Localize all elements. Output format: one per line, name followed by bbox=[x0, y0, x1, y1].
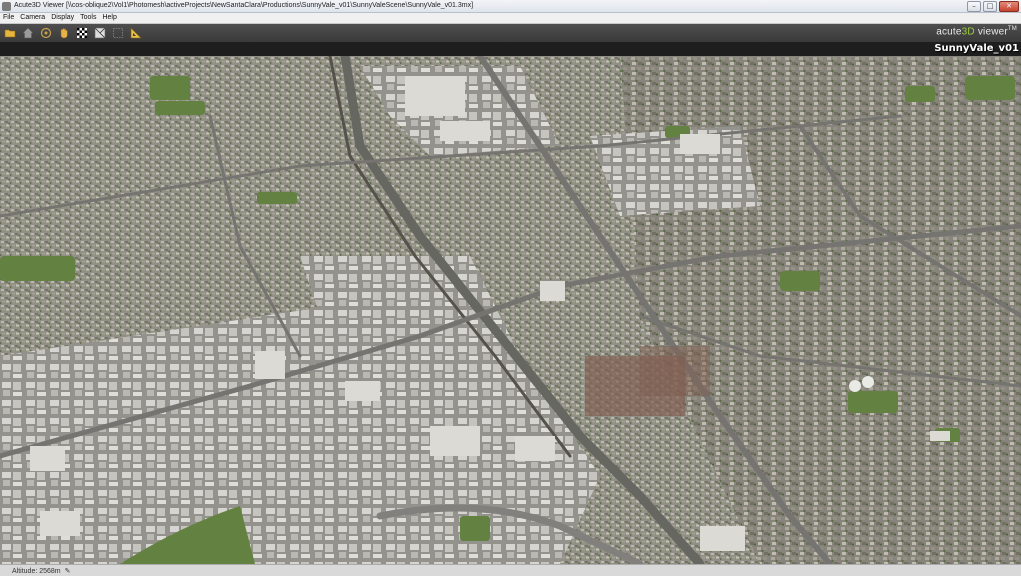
checkerboard-icon bbox=[76, 28, 87, 38]
orbit-icon bbox=[40, 27, 51, 39]
minimize-button[interactable]: – bbox=[967, 0, 981, 12]
maximize-button[interactable]: □ bbox=[983, 0, 997, 12]
home-view-button[interactable] bbox=[21, 27, 34, 40]
wireframe-button[interactable] bbox=[93, 27, 106, 40]
open-folder-button[interactable] bbox=[3, 27, 16, 40]
scene-name-label: SunnyVale_v01 bbox=[934, 43, 1019, 54]
selection-button[interactable] bbox=[111, 27, 124, 40]
3d-viewport[interactable] bbox=[0, 56, 1021, 564]
aerial-city-view[interactable] bbox=[0, 56, 1021, 564]
brand-3d: 3D bbox=[961, 26, 975, 38]
close-button[interactable]: ✕ bbox=[999, 0, 1019, 12]
pencil-icon: ✎ bbox=[64, 568, 71, 575]
app-icon bbox=[2, 1, 11, 11]
brand-prefix: acute bbox=[936, 26, 962, 38]
home-view-icon bbox=[21, 27, 34, 39]
app-window: Acute3D Viewer [\\cos-oblique2\Vol1\Phot… bbox=[0, 0, 1021, 576]
menu-display[interactable]: Display bbox=[48, 13, 77, 23]
window-title: Acute3D Viewer [\\cos-oblique2\Vol1\Phot… bbox=[14, 2, 474, 9]
brand-logo: acute3D viewerTM bbox=[936, 26, 1017, 37]
menu-help[interactable]: Help bbox=[99, 13, 119, 23]
wireframe-icon bbox=[94, 27, 105, 39]
pan-hand-icon bbox=[60, 28, 68, 39]
window-controls: – □ ✕ bbox=[967, 0, 1019, 12]
menu-tools[interactable]: Tools bbox=[77, 13, 99, 23]
menu-file[interactable]: File bbox=[0, 13, 17, 23]
pan-hand-button[interactable] bbox=[57, 27, 70, 40]
title-bar[interactable]: Acute3D Viewer [\\cos-oblique2\Vol1\Phot… bbox=[0, 0, 1021, 13]
haze-overlay bbox=[0, 56, 1021, 564]
altitude-readout: Altitude: 2568m bbox=[12, 567, 61, 575]
orbit-button[interactable] bbox=[39, 27, 52, 40]
toolbar bbox=[0, 24, 1021, 42]
measure-icon bbox=[130, 27, 142, 39]
measure-button[interactable] bbox=[129, 27, 142, 40]
menu-bar: File Camera Display Tools Help bbox=[0, 13, 1021, 24]
checkerboard-button[interactable] bbox=[75, 27, 88, 40]
brand-suffix: viewer bbox=[974, 26, 1008, 38]
status-bar: Altitude: 2568m ✎ bbox=[0, 564, 1021, 576]
open-folder-icon bbox=[4, 29, 15, 38]
menu-camera[interactable]: Camera bbox=[17, 13, 48, 23]
brand-tm: TM bbox=[1007, 26, 1017, 32]
selection-icon bbox=[112, 28, 123, 38]
